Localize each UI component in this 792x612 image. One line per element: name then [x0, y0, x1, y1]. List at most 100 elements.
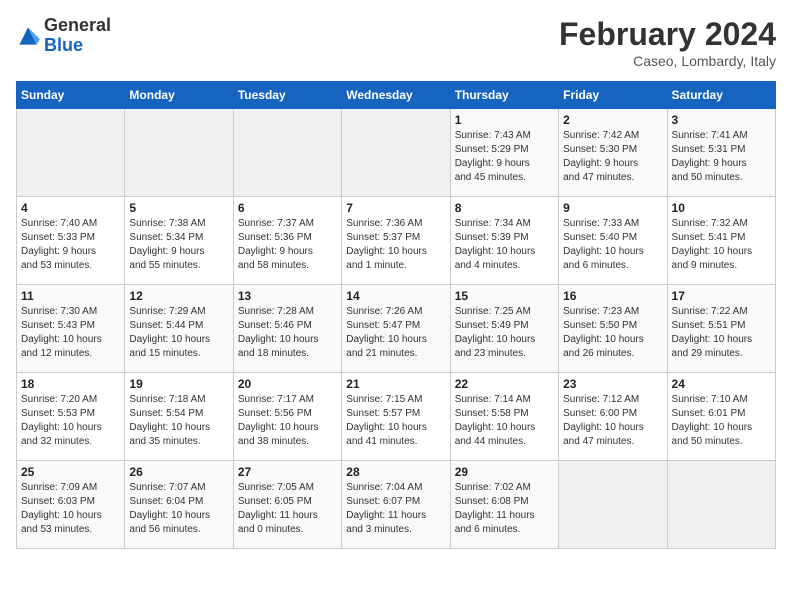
- day-info: Sunrise: 7:23 AM Sunset: 5:50 PM Dayligh…: [563, 305, 662, 361]
- calendar-cell: 9 Sunrise: 7:33 AM Sunset: 5:40 PM Daylig…: [559, 197, 667, 285]
- day-info: Sunrise: 7:42 AM Sunset: 5:30 PM Dayligh…: [563, 129, 662, 185]
- calendar-cell: 1Sunrise: 7:43 AM Sunset: 5:29 PM Daylig…: [450, 109, 558, 197]
- day-info: Sunrise: 7:05 AM Sunset: 6:05 PM Dayligh…: [238, 481, 337, 537]
- logo-text: General Blue: [44, 16, 111, 56]
- day-number: 27: [238, 465, 337, 479]
- calendar-cell: 11 Sunrise: 7:30 AM Sunset: 5:43 PM Dayli…: [17, 285, 125, 373]
- day-number: 18: [21, 377, 120, 391]
- day-number: 17: [672, 289, 771, 303]
- day-number: 19: [129, 377, 228, 391]
- calendar-cell: 6Sunrise: 7:37 AM Sunset: 5:36 PM Daylig…: [233, 197, 341, 285]
- calendar-cell: 8 Sunrise: 7:34 AM Sunset: 5:39 PM Daylig…: [450, 197, 558, 285]
- page-header: General Blue February 2024 Caseo, Lombar…: [16, 16, 776, 69]
- day-number: 11: [21, 289, 120, 303]
- day-number: 6: [238, 201, 337, 215]
- day-number: 5: [129, 201, 228, 215]
- calendar-cell: 28 Sunrise: 7:04 AM Sunset: 6:07 PM Dayli…: [342, 461, 450, 549]
- day-info: Sunrise: 7:34 AM Sunset: 5:39 PM Dayligh…: [455, 217, 554, 273]
- calendar-cell: 21 Sunrise: 7:15 AM Sunset: 5:57 PM Dayli…: [342, 373, 450, 461]
- calendar-cell: 14Sunrise: 7:26 AM Sunset: 5:47 PM Dayli…: [342, 285, 450, 373]
- day-info: Sunrise: 7:04 AM Sunset: 6:07 PM Dayligh…: [346, 481, 445, 537]
- day-info: Sunrise: 7:26 AM Sunset: 5:47 PM Dayligh…: [346, 305, 445, 361]
- day-number: 15: [455, 289, 554, 303]
- day-info: Sunrise: 7:20 AM Sunset: 5:53 PM Dayligh…: [21, 393, 120, 449]
- day-number: 16: [563, 289, 662, 303]
- day-info: Sunrise: 7:36 AM Sunset: 5:37 PM Dayligh…: [346, 217, 445, 273]
- day-number: 13: [238, 289, 337, 303]
- calendar-cell: 29 Sunrise: 7:02 AM Sunset: 6:08 PM Dayli…: [450, 461, 558, 549]
- day-info: Sunrise: 7:41 AM Sunset: 5:31 PM Dayligh…: [672, 129, 771, 185]
- calendar-cell: [233, 109, 341, 197]
- header-thursday: Thursday: [450, 82, 558, 109]
- day-info: Sunrise: 7:25 AM Sunset: 5:49 PM Dayligh…: [455, 305, 554, 361]
- day-number: 25: [21, 465, 120, 479]
- calendar-cell: 15 Sunrise: 7:25 AM Sunset: 5:49 PM Dayli…: [450, 285, 558, 373]
- day-number: 9: [563, 201, 662, 215]
- day-info: Sunrise: 7:32 AM Sunset: 5:41 PM Dayligh…: [672, 217, 771, 273]
- day-number: 29: [455, 465, 554, 479]
- day-info: Sunrise: 7:22 AM Sunset: 5:51 PM Dayligh…: [672, 305, 771, 361]
- calendar-cell: [342, 109, 450, 197]
- calendar-cell: 22Sunrise: 7:14 AM Sunset: 5:58 PM Dayli…: [450, 373, 558, 461]
- calendar-cell: 16 Sunrise: 7:23 AM Sunset: 5:50 PM Dayli…: [559, 285, 667, 373]
- calendar-cell: 10Sunrise: 7:32 AM Sunset: 5:41 PM Dayli…: [667, 197, 775, 285]
- day-info: Sunrise: 7:38 AM Sunset: 5:34 PM Dayligh…: [129, 217, 228, 273]
- day-info: Sunrise: 7:07 AM Sunset: 6:04 PM Dayligh…: [129, 481, 228, 537]
- header-saturday: Saturday: [667, 82, 775, 109]
- calendar-week-row: 4 Sunrise: 7:40 AM Sunset: 5:33 PM Daylig…: [17, 197, 776, 285]
- month-title: February 2024: [559, 16, 776, 53]
- day-number: 8: [455, 201, 554, 215]
- calendar-cell: 4 Sunrise: 7:40 AM Sunset: 5:33 PM Daylig…: [17, 197, 125, 285]
- location: Caseo, Lombardy, Italy: [559, 53, 776, 69]
- logo: General Blue: [16, 16, 111, 56]
- calendar-cell: 2Sunrise: 7:42 AM Sunset: 5:30 PM Daylig…: [559, 109, 667, 197]
- day-info: Sunrise: 7:18 AM Sunset: 5:54 PM Dayligh…: [129, 393, 228, 449]
- day-number: 1: [455, 113, 554, 127]
- day-info: Sunrise: 7:30 AM Sunset: 5:43 PM Dayligh…: [21, 305, 120, 361]
- calendar-cell: 27 Sunrise: 7:05 AM Sunset: 6:05 PM Dayli…: [233, 461, 341, 549]
- day-number: 28: [346, 465, 445, 479]
- calendar-week-row: 1Sunrise: 7:43 AM Sunset: 5:29 PM Daylig…: [17, 109, 776, 197]
- calendar-cell: 18 Sunrise: 7:20 AM Sunset: 5:53 PM Dayli…: [17, 373, 125, 461]
- day-number: 20: [238, 377, 337, 391]
- day-info: Sunrise: 7:02 AM Sunset: 6:08 PM Dayligh…: [455, 481, 554, 537]
- calendar-cell: 17 Sunrise: 7:22 AM Sunset: 5:51 PM Dayli…: [667, 285, 775, 373]
- logo-blue: Blue: [44, 35, 83, 55]
- calendar-cell: [559, 461, 667, 549]
- day-info: Sunrise: 7:15 AM Sunset: 5:57 PM Dayligh…: [346, 393, 445, 449]
- calendar-cell: [17, 109, 125, 197]
- calendar-cell: 24 Sunrise: 7:10 AM Sunset: 6:01 PM Dayli…: [667, 373, 775, 461]
- calendar-cell: 5 Sunrise: 7:38 AM Sunset: 5:34 PM Daylig…: [125, 197, 233, 285]
- header-tuesday: Tuesday: [233, 82, 341, 109]
- calendar-cell: 20 Sunrise: 7:17 AM Sunset: 5:56 PM Dayli…: [233, 373, 341, 461]
- calendar-cell: 23Sunrise: 7:12 AM Sunset: 6:00 PM Dayli…: [559, 373, 667, 461]
- day-number: 23: [563, 377, 662, 391]
- day-info: Sunrise: 7:09 AM Sunset: 6:03 PM Dayligh…: [21, 481, 120, 537]
- day-info: Sunrise: 7:28 AM Sunset: 5:46 PM Dayligh…: [238, 305, 337, 361]
- header-friday: Friday: [559, 82, 667, 109]
- day-info: Sunrise: 7:17 AM Sunset: 5:56 PM Dayligh…: [238, 393, 337, 449]
- day-info: Sunrise: 7:29 AM Sunset: 5:44 PM Dayligh…: [129, 305, 228, 361]
- day-number: 26: [129, 465, 228, 479]
- day-number: 12: [129, 289, 228, 303]
- calendar-cell: [125, 109, 233, 197]
- day-number: 24: [672, 377, 771, 391]
- logo-icon: [16, 24, 40, 48]
- day-number: 4: [21, 201, 120, 215]
- calendar-cell: 25 Sunrise: 7:09 AM Sunset: 6:03 PM Dayli…: [17, 461, 125, 549]
- day-number: 22: [455, 377, 554, 391]
- calendar-cell: 19 Sunrise: 7:18 AM Sunset: 5:54 PM Dayli…: [125, 373, 233, 461]
- day-number: 21: [346, 377, 445, 391]
- day-info: Sunrise: 7:40 AM Sunset: 5:33 PM Dayligh…: [21, 217, 120, 273]
- day-info: Sunrise: 7:33 AM Sunset: 5:40 PM Dayligh…: [563, 217, 662, 273]
- calendar-week-row: 11 Sunrise: 7:30 AM Sunset: 5:43 PM Dayli…: [17, 285, 776, 373]
- logo-general: General: [44, 15, 111, 35]
- day-number: 3: [672, 113, 771, 127]
- calendar-cell: 7Sunrise: 7:36 AM Sunset: 5:37 PM Daylig…: [342, 197, 450, 285]
- header-wednesday: Wednesday: [342, 82, 450, 109]
- calendar-cell: 3 Sunrise: 7:41 AM Sunset: 5:31 PM Daylig…: [667, 109, 775, 197]
- day-info: Sunrise: 7:10 AM Sunset: 6:01 PM Dayligh…: [672, 393, 771, 449]
- calendar-week-row: 18 Sunrise: 7:20 AM Sunset: 5:53 PM Dayli…: [17, 373, 776, 461]
- calendar-cell: 26 Sunrise: 7:07 AM Sunset: 6:04 PM Dayli…: [125, 461, 233, 549]
- calendar-week-row: 25 Sunrise: 7:09 AM Sunset: 6:03 PM Dayli…: [17, 461, 776, 549]
